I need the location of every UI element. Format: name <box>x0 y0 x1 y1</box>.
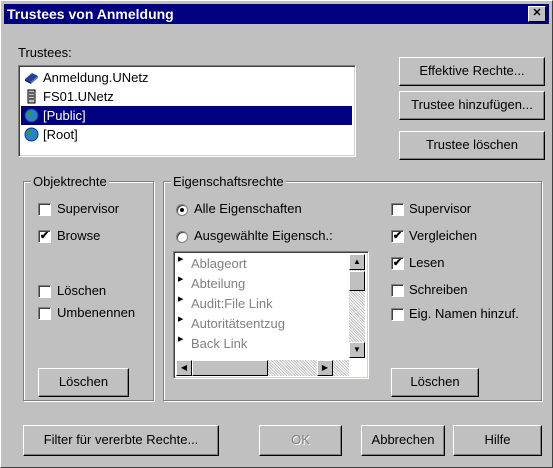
caret-right-icon: ▶ <box>178 336 184 343</box>
arrow-up-icon: ▲ <box>353 257 361 266</box>
help-button[interactable]: Hilfe <box>453 425 542 456</box>
all-properties-radio[interactable] <box>176 204 188 216</box>
object-rename-checkbox[interactable] <box>38 307 51 320</box>
trustee-name: Anmeldung.UNetz <box>43 70 149 85</box>
checkmark-icon: ✔ <box>392 257 403 269</box>
object-delete-label: Löschen <box>57 283 107 298</box>
ok-button[interactable]: OK <box>259 425 342 456</box>
trustee-item-anmeldung[interactable]: Anmeldung.UNetz <box>21 68 352 87</box>
prop-supervisor-label: Supervisor <box>409 201 472 216</box>
trustee-item-fs01[interactable]: FS01.UNetz <box>21 87 352 106</box>
property-name: Autoritätsentzug <box>191 316 285 331</box>
add-self-label: Eig. Namen hinzuf. <box>409 306 519 321</box>
trustee-name: FS01.UNetz <box>43 89 114 104</box>
close-button[interactable]: ✕ <box>528 6 546 22</box>
scroll-up-button[interactable]: ▲ <box>349 254 365 270</box>
property-rights-label: Eigenschaftsrechte <box>171 174 286 189</box>
add-self-checkbox[interactable] <box>391 308 404 321</box>
server-icon <box>27 89 36 104</box>
write-label: Schreiben <box>409 282 468 297</box>
write-checkbox[interactable] <box>391 284 404 297</box>
all-properties-label: Alle Eigenschaften <box>194 201 302 216</box>
trustees-list[interactable]: Anmeldung.UNetz FS01.UNetz [Public] [Roo… <box>18 65 356 157</box>
checkmark-icon: ✔ <box>392 230 403 242</box>
scroll-thumb[interactable] <box>349 271 365 291</box>
object-delete-checkbox[interactable] <box>38 285 51 298</box>
trustees-dialog: Trustees von Anmeldung ✕ Trustees: Anmel… <box>0 0 553 468</box>
delete-trustee-button[interactable]: Trustee löschen <box>399 131 545 160</box>
properties-list[interactable]: ▶ Ablageort ▶ Abteilung ▶ Audit:File Lin… <box>173 251 369 379</box>
arrow-down-icon: ▼ <box>353 345 361 354</box>
trustee-item-root[interactable]: [Root] <box>21 125 352 144</box>
read-label: Lesen <box>409 255 445 270</box>
title-bar: Trustees von Anmeldung ✕ <box>4 4 549 24</box>
property-name: Back Link <box>191 336 248 351</box>
container-book-icon <box>25 73 38 84</box>
scroll-right-button[interactable]: ▶ <box>317 360 333 376</box>
property-name: Audit:File Link <box>191 296 273 311</box>
caret-right-icon: ▶ <box>178 276 184 283</box>
object-rights-label: Objektrechte <box>31 174 109 189</box>
horizontal-scrollbar[interactable]: ◀ ▶ <box>176 360 349 376</box>
read-checkbox[interactable]: ✔ <box>391 257 404 270</box>
object-rights-clear-button[interactable]: Löschen <box>38 368 129 397</box>
radio-dot-icon <box>180 208 184 212</box>
window-title: Trustees von Anmeldung <box>7 6 174 22</box>
property-name: Ablageort <box>191 256 247 271</box>
globe-icon <box>24 108 39 123</box>
add-trustee-button[interactable]: Trustee hinzufügen... <box>399 91 545 120</box>
trustee-item-public[interactable]: [Public] <box>21 106 352 125</box>
prop-supervisor-checkbox[interactable] <box>391 203 404 216</box>
trustees-label: Trustees: <box>18 45 72 60</box>
scroll-left-button[interactable]: ◀ <box>176 360 192 376</box>
caret-right-icon: ▶ <box>178 296 184 303</box>
compare-checkbox[interactable]: ✔ <box>391 230 404 243</box>
scroll-down-button[interactable]: ▼ <box>349 342 365 358</box>
object-supervisor-checkbox[interactable] <box>38 203 51 216</box>
object-rename-label: Umbenennen <box>57 305 136 320</box>
trustee-name: [Public] <box>43 108 86 123</box>
globe-icon <box>24 127 39 142</box>
arrow-right-icon: ▶ <box>321 363 329 372</box>
caret-right-icon: ▶ <box>178 256 184 263</box>
compare-label: Vergleichen <box>409 228 477 243</box>
property-rights-clear-button[interactable]: Löschen <box>391 368 479 397</box>
arrow-left-icon: ◀ <box>180 363 188 372</box>
object-supervisor-label: Supervisor <box>57 201 120 216</box>
close-icon: ✕ <box>532 7 542 19</box>
property-name: Abteilung <box>191 276 246 291</box>
effective-rights-button[interactable]: Effektive Rechte... <box>399 57 545 86</box>
caret-right-icon: ▶ <box>178 316 184 323</box>
checkmark-icon: ✔ <box>39 230 50 242</box>
horizontal-scroll-thumb[interactable] <box>192 360 268 376</box>
selected-properties-label: Ausgewählte Eigensch.: <box>194 228 333 243</box>
vertical-scrollbar[interactable]: ▲ ▼ <box>349 254 365 358</box>
cancel-button[interactable]: Abbrechen <box>361 425 445 456</box>
inherited-rights-filter-button[interactable]: Filter für vererbte Rechte... <box>23 425 219 456</box>
trustee-name: [Root] <box>43 127 78 142</box>
object-browse-checkbox[interactable]: ✔ <box>38 230 51 243</box>
object-browse-label: Browse <box>57 228 101 243</box>
selected-properties-radio[interactable] <box>176 231 188 243</box>
